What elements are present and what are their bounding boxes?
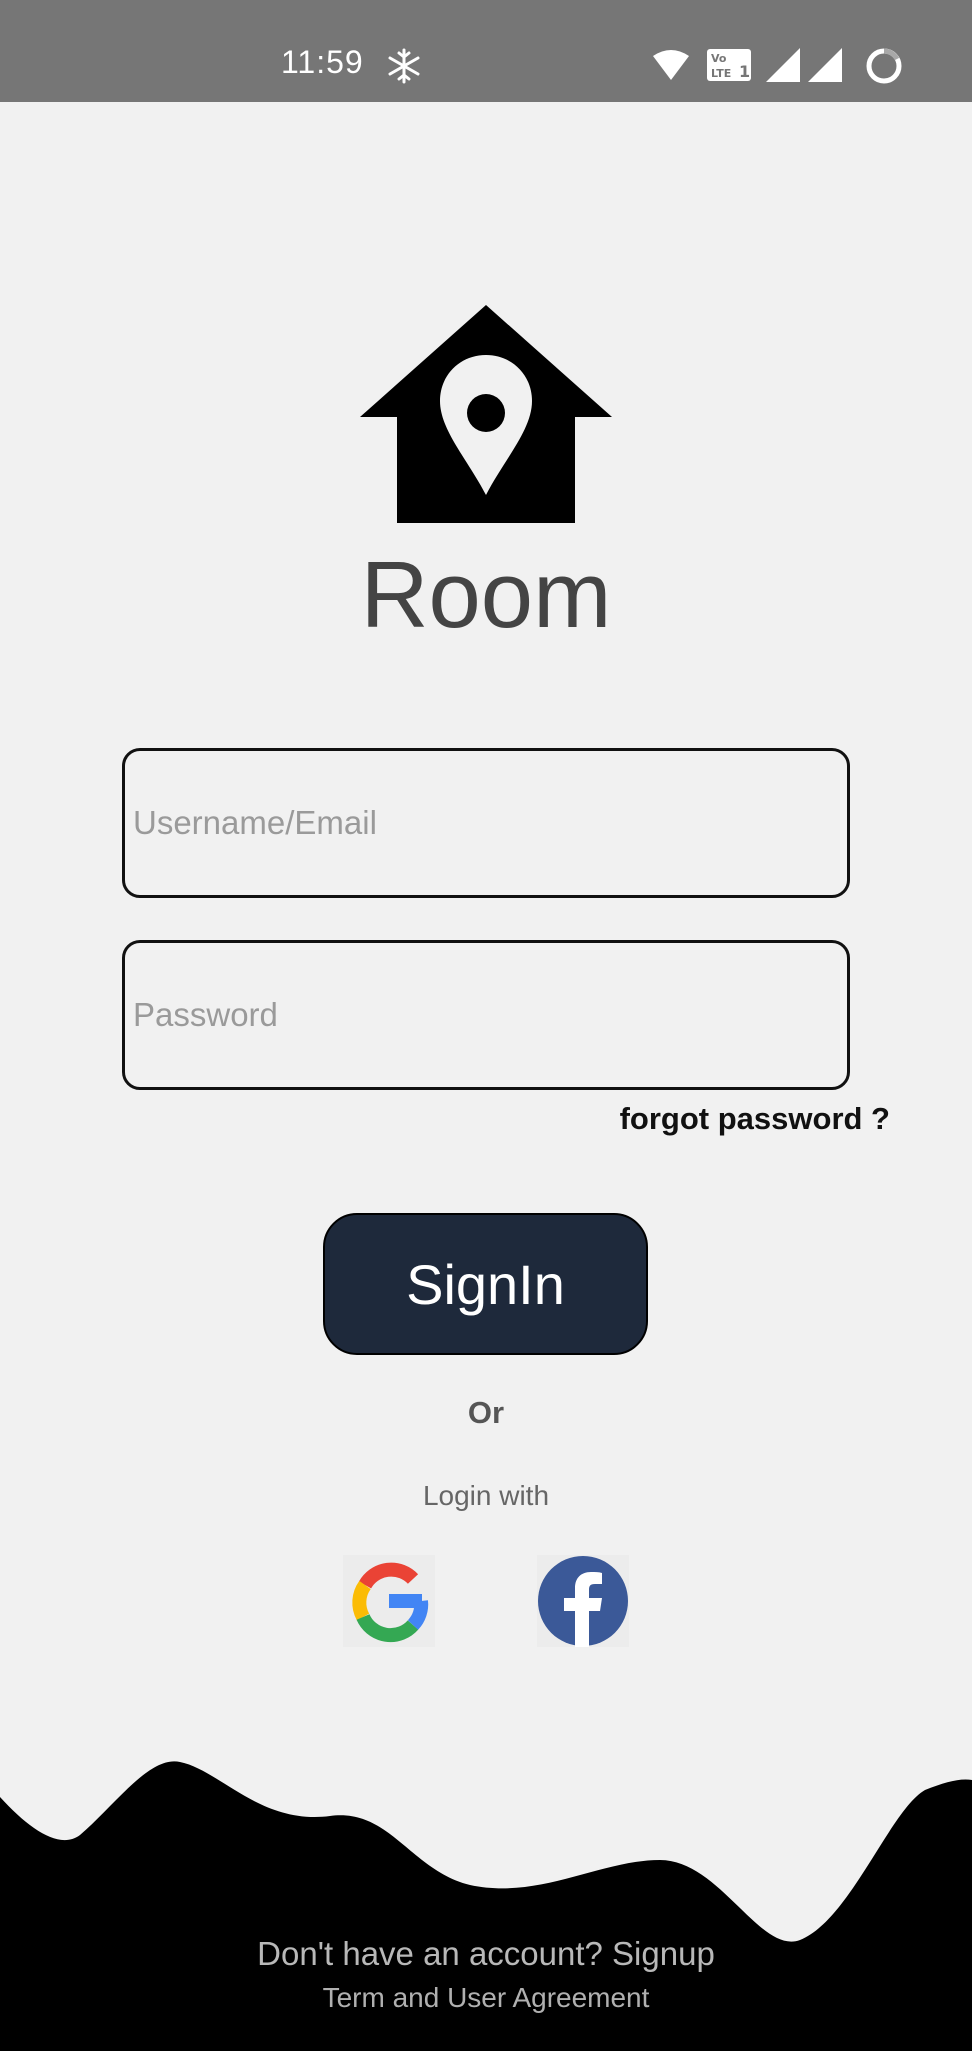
google-icon[interactable] (343, 1555, 435, 1647)
svg-text:Vo: Vo (711, 52, 727, 65)
volte-icon: Vo LTE 1 (707, 49, 751, 81)
facebook-icon[interactable] (537, 1555, 629, 1647)
svg-text:LTE: LTE (711, 67, 731, 80)
app-name: Room (360, 542, 612, 647)
signin-button[interactable]: SignIn (323, 1213, 648, 1355)
signup-link[interactable]: Don't have an account? Signup (0, 1935, 972, 1973)
status-bar: 11:59 Vo LTE 1 (0, 0, 972, 102)
password-field-container (122, 940, 850, 1090)
signal-icon (766, 48, 800, 82)
snowflake-icon (388, 48, 420, 84)
battery-ring-icon (866, 48, 902, 84)
status-time: 11:59 (281, 44, 364, 80)
wifi-icon (653, 50, 689, 80)
terms-link[interactable]: Term and User Agreement (0, 1982, 972, 2014)
forgot-password-link[interactable]: forgot password ? (620, 1101, 890, 1137)
password-input[interactable] (125, 943, 847, 1087)
login-with-label: Login with (422, 1480, 550, 1511)
house-location-pin-icon (360, 305, 612, 523)
svg-text:1: 1 (739, 62, 750, 81)
signal-icon (808, 48, 842, 82)
username-input[interactable] (125, 751, 847, 895)
or-separator: Or (467, 1395, 505, 1430)
username-field-container (122, 748, 850, 898)
